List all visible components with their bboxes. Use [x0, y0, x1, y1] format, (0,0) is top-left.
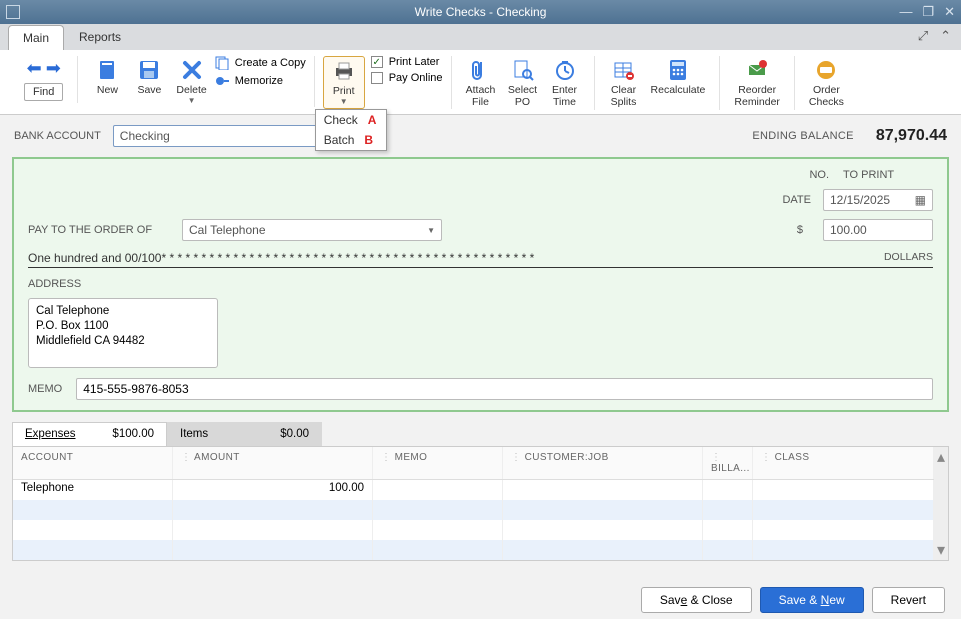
- vertical-scrollbar[interactable]: ▴ ▾: [934, 447, 948, 560]
- new-icon: [95, 58, 119, 82]
- table-row[interactable]: [13, 540, 934, 560]
- scroll-down-icon[interactable]: ▾: [937, 540, 945, 560]
- paperclip-icon: [469, 58, 493, 82]
- toolbar-ribbon: ⬅ ➡ Find New Save Delete▼ Create a Copy: [0, 50, 961, 115]
- amount-input[interactable]: 100.00: [823, 219, 933, 241]
- print-menu-check[interactable]: Check A: [316, 110, 387, 130]
- pay-online-checkbox[interactable]: Pay Online: [371, 72, 443, 84]
- memo-input[interactable]: 415-555-9876-8053: [76, 378, 933, 400]
- ending-balance-label: ENDING BALANCE: [752, 130, 853, 142]
- col-amount[interactable]: ⋮ AMOUNT: [173, 447, 373, 479]
- currency-symbol: $: [797, 224, 803, 236]
- splits-grid: ACCOUNT ⋮ AMOUNT ⋮ MEMO ⋮ CUSTOMER:JOB ⋮…: [12, 446, 949, 561]
- account-balance-row: BANK ACCOUNT Checking▼ ENDING BALANCE 87…: [0, 115, 961, 157]
- col-billable[interactable]: ⋮ BILLA...: [703, 447, 753, 479]
- close-icon[interactable]: ✕: [944, 4, 955, 20]
- tab-items[interactable]: Items $0.00: [167, 422, 322, 446]
- split-tabs: Expenses $100.00 Items $0.00: [12, 422, 949, 446]
- create-copy-button[interactable]: Create a Copy: [215, 56, 306, 70]
- tab-bar: Main Reports ⤢ ⌃: [0, 24, 961, 50]
- save-icon: [137, 58, 161, 82]
- enter-time-button[interactable]: EnterTime: [544, 56, 586, 110]
- print-later-checkbox[interactable]: ✓ Print Later: [371, 56, 443, 68]
- window-title: Write Checks - Checking: [415, 5, 547, 19]
- checkmark-icon: ✓: [371, 56, 383, 68]
- title-bar: Write Checks - Checking — ❐ ✕: [0, 0, 961, 24]
- save-new-button[interactable]: Save & New: [760, 587, 864, 613]
- bank-account-label: BANK ACCOUNT: [14, 130, 101, 142]
- checkbox-empty-icon: [371, 72, 383, 84]
- tab-expenses[interactable]: Expenses $100.00: [12, 422, 167, 446]
- print-button[interactable]: Print▼ Check A Batch B: [323, 56, 365, 109]
- clear-splits-button[interactable]: ClearSplits: [603, 56, 645, 110]
- payee-select[interactable]: Cal Telephone▼: [182, 219, 442, 241]
- find-button[interactable]: Find: [24, 83, 63, 101]
- table-row[interactable]: [13, 520, 934, 540]
- scroll-up-icon[interactable]: ▴: [937, 447, 945, 467]
- table-row[interactable]: Telephone100.00: [13, 480, 934, 500]
- check-no-value: TO PRINT: [843, 169, 933, 181]
- revert-button[interactable]: Revert: [872, 587, 945, 613]
- collapse-icon[interactable]: ⌃: [940, 28, 951, 44]
- maximize-icon[interactable]: ❐: [922, 4, 934, 20]
- prev-arrow-icon[interactable]: ⬅: [27, 58, 42, 79]
- find-group: ⬅ ➡ Find: [18, 56, 69, 103]
- recalculate-button[interactable]: Recalculate: [645, 56, 712, 98]
- memo-label: MEMO: [28, 383, 62, 395]
- table-row[interactable]: [13, 500, 934, 520]
- check-date-label: DATE: [782, 194, 811, 206]
- order-checks-button[interactable]: OrderChecks: [803, 56, 850, 110]
- window-system-icon: [6, 5, 20, 19]
- copy-icon: [215, 56, 229, 70]
- next-arrow-icon[interactable]: ➡: [46, 58, 61, 79]
- save-close-button[interactable]: Save & Close: [641, 587, 752, 613]
- minimize-icon[interactable]: —: [899, 4, 912, 20]
- calendar-icon[interactable]: ▦: [915, 193, 926, 207]
- check-date-input[interactable]: 12/15/2025 ▦: [823, 189, 933, 211]
- col-customer[interactable]: ⋮ CUSTOMER:JOB: [503, 447, 703, 479]
- tab-main[interactable]: Main: [8, 25, 64, 50]
- calculator-icon: [666, 58, 690, 82]
- col-account[interactable]: ACCOUNT: [13, 447, 173, 479]
- delete-button[interactable]: Delete▼: [170, 56, 212, 107]
- memorize-icon: [215, 74, 229, 88]
- print-icon: [332, 59, 356, 83]
- print-menu-batch[interactable]: Batch B: [316, 130, 387, 150]
- amount-in-words: One hundred and 00/100* * * * * * * * * …: [28, 249, 933, 268]
- attach-file-button[interactable]: AttachFile: [460, 56, 502, 110]
- document-search-icon: [511, 58, 535, 82]
- footer-buttons: Save & Close Save & New Revert: [641, 587, 945, 613]
- col-class[interactable]: ⋮ CLASS: [753, 447, 934, 479]
- clock-icon: [553, 58, 577, 82]
- save-button[interactable]: Save: [128, 56, 170, 98]
- fullscreen-icon[interactable]: ⤢: [918, 28, 928, 44]
- tab-reports[interactable]: Reports: [64, 24, 136, 50]
- grid-header: ACCOUNT ⋮ AMOUNT ⋮ MEMO ⋮ CUSTOMER:JOB ⋮…: [13, 447, 934, 480]
- bank-account-select[interactable]: Checking▼: [113, 125, 333, 147]
- clear-splits-icon: [612, 58, 636, 82]
- select-po-button[interactable]: SelectPO: [502, 56, 544, 110]
- check-no-label: NO.: [809, 169, 829, 181]
- memorize-button[interactable]: Memorize: [215, 74, 306, 88]
- address-label: ADDRESS: [28, 278, 81, 290]
- reorder-icon: [745, 58, 769, 82]
- print-menu: Check A Batch B: [315, 109, 388, 151]
- col-memo[interactable]: ⋮ MEMO: [373, 447, 503, 479]
- address-box[interactable]: Cal Telephone P.O. Box 1100 Middlefield …: [28, 298, 218, 368]
- new-button[interactable]: New: [86, 56, 128, 98]
- delete-icon: [180, 58, 204, 82]
- order-checks-icon: [814, 58, 838, 82]
- ending-balance-value: 87,970.44: [876, 127, 947, 145]
- pay-to-label: PAY TO THE ORDER OF: [28, 224, 168, 236]
- check-face: NO. TO PRINT DATE 12/15/2025 ▦ PAY TO TH…: [12, 157, 949, 412]
- reorder-reminder-button[interactable]: ReorderReminder: [728, 56, 786, 110]
